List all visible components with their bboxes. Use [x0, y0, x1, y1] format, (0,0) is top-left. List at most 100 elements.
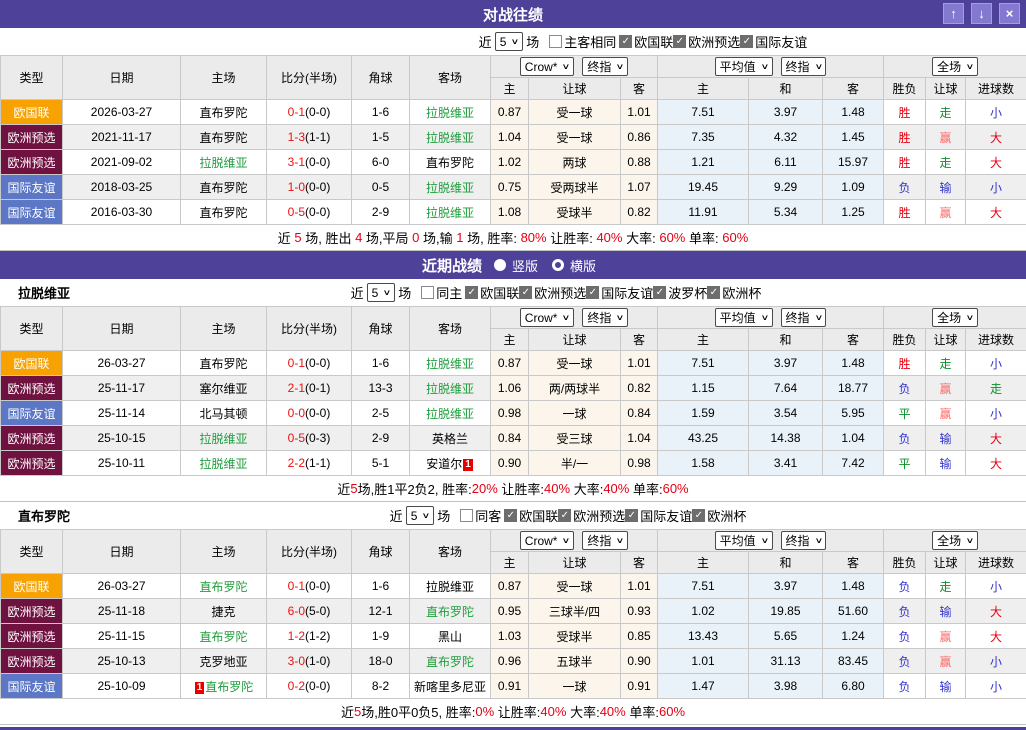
sub-avg-home: 主: [658, 78, 749, 100]
scope-select[interactable]: 全场∨: [932, 531, 978, 550]
match-type: 欧洲预选: [1, 649, 63, 674]
avg-select[interactable]: 平均值∨: [715, 531, 773, 550]
arrow-up-icon: ↑: [950, 6, 957, 21]
league-filters: ✓ 欧国联 ✓ 欧洲预选 ✓ 国际友谊 ✓ 波罗杯: [465, 283, 761, 302]
league-checkbox[interactable]: ✓ 欧国联: [619, 32, 673, 51]
avg-away: 1.45: [823, 125, 884, 150]
table-row: 欧国联 26-03-27 直布罗陀 0-1(0-0) 1-6 拉脱维亚 0.87…: [1, 574, 1026, 599]
summary-segment: 近: [337, 479, 350, 498]
summary-segment: 近: [341, 702, 354, 721]
col-corner: 角球: [352, 530, 410, 574]
league-checkbox[interactable]: ✓ 欧国联: [465, 283, 519, 302]
away-odds: 0.90: [621, 649, 658, 674]
col-type: 类型: [1, 307, 63, 351]
odds-source-select[interactable]: Crow*∨: [520, 57, 575, 76]
summary-segment: 场, 胜率:: [463, 228, 520, 247]
odds-source-select[interactable]: Crow*∨: [520, 531, 575, 550]
league-checkbox[interactable]: ✓ 欧洲杯: [692, 506, 746, 525]
match-count-select[interactable]: 5 ∨: [495, 32, 524, 51]
handicap: 一球: [529, 674, 621, 699]
away-team: 安道尔1: [410, 451, 491, 476]
avg-away: 1.25: [823, 200, 884, 225]
match-date: 2021-11-17: [63, 125, 181, 150]
avg-away: 15.97: [823, 150, 884, 175]
col-type: 类型: [1, 56, 63, 100]
avg-select[interactable]: 平均值∨: [715, 308, 773, 327]
layout-radio-group: 竖版 横版: [494, 256, 604, 275]
match-date: 25-10-09: [63, 674, 181, 699]
close-button[interactable]: ×: [999, 3, 1020, 24]
corners: 1-6: [352, 574, 410, 599]
away-odds: 1.01: [621, 351, 658, 376]
avg-home: 7.51: [658, 574, 749, 599]
league-checkbox[interactable]: ✓ 波罗杯: [653, 283, 707, 302]
table-row: 国际友谊 25-11-14 北马其顿 0-0(0-0) 2-5 拉脱维亚 0.9…: [1, 401, 1026, 426]
col-goals: 进球数: [966, 552, 1026, 574]
scope-select-cell: 全场∨: [884, 56, 1026, 78]
league-checkbox[interactable]: ✓ 国际友谊: [740, 32, 807, 51]
handicap: 两球: [529, 150, 621, 175]
summary-segment: 0%: [475, 704, 494, 719]
avg-away: 1.09: [823, 175, 884, 200]
chevron-down-icon: ∨: [511, 38, 520, 46]
near-label: 近: [351, 283, 364, 302]
home-odds: 0.95: [491, 599, 529, 624]
let-result: 走: [926, 574, 966, 599]
avg-away: 7.42: [823, 451, 884, 476]
checkbox-checked-icon: ✓: [586, 286, 599, 299]
goals-result: 小: [966, 175, 1026, 200]
radio-horizontal[interactable]: [552, 259, 564, 271]
home-team: 直布罗陀: [181, 351, 267, 376]
home-team: 直布罗陀: [181, 175, 267, 200]
league-checkbox[interactable]: ✓ 欧洲杯: [707, 283, 761, 302]
scroll-down-button[interactable]: ↓: [971, 3, 992, 24]
match-date: 2021-09-02: [63, 150, 181, 175]
home-team: 直布罗陀: [181, 100, 267, 125]
scope-select[interactable]: 全场∨: [932, 57, 978, 76]
avg-kind-select[interactable]: 终指∨: [781, 57, 827, 76]
page-title: 对战往绩: [483, 4, 543, 25]
corners: 0-5: [352, 175, 410, 200]
odds-source-select[interactable]: Crow*∨: [520, 308, 575, 327]
league-checkbox[interactable]: ✓ 欧国联: [504, 506, 558, 525]
odds-kind-select[interactable]: 终指∨: [582, 57, 628, 76]
avg-away: 83.45: [823, 649, 884, 674]
avg-select[interactable]: 平均值∨: [715, 57, 773, 76]
match-count-select[interactable]: 5 ∨: [367, 283, 396, 302]
col-date: 日期: [63, 530, 181, 574]
corners: 2-5: [352, 401, 410, 426]
match-count-select[interactable]: 5 ∨: [406, 506, 435, 525]
chevron-down-icon: ∨: [760, 63, 769, 71]
same-away-checkbox[interactable]: 同客: [460, 506, 501, 525]
league-checkbox[interactable]: ✓ 欧洲预选: [558, 506, 625, 525]
scroll-up-button[interactable]: ↑: [943, 3, 964, 24]
league-checkbox[interactable]: ✓ 欧洲预选: [673, 32, 740, 51]
same-home-checkbox[interactable]: 同主: [421, 283, 462, 302]
match-type: 欧国联: [1, 100, 63, 125]
odds-kind-select[interactable]: 终指∨: [582, 308, 628, 327]
chevron-down-icon: ∨: [616, 537, 625, 545]
odds-kind-select[interactable]: 终指∨: [582, 531, 628, 550]
handicap: 受三球: [529, 426, 621, 451]
chevron-down-icon: ∨: [966, 537, 975, 545]
avg-kind-select[interactable]: 终指∨: [781, 531, 827, 550]
league-checkbox[interactable]: ✓ 欧洲预选: [519, 283, 586, 302]
league-checkbox[interactable]: ✓ 国际友谊: [586, 283, 653, 302]
avg-draw: 3.54: [749, 401, 823, 426]
same-home-away-checkbox[interactable]: 主客相同: [549, 32, 616, 51]
home-odds: 0.90: [491, 451, 529, 476]
away-odds: 1.01: [621, 574, 658, 599]
corners: 2-9: [352, 200, 410, 225]
avg-home: 43.25: [658, 426, 749, 451]
home-odds: 1.08: [491, 200, 529, 225]
league-checkbox[interactable]: ✓ 国际友谊: [625, 506, 692, 525]
goals-result: 大: [966, 150, 1026, 175]
avg-select-cell: 平均值∨ 终指∨: [658, 307, 884, 329]
away-odds: 0.82: [621, 376, 658, 401]
table-row: 欧国联 26-03-27 直布罗陀 0-1(0-0) 1-6 拉脱维亚 0.87…: [1, 351, 1026, 376]
radio-vertical[interactable]: [494, 259, 506, 271]
scope-select[interactable]: 全场∨: [932, 308, 978, 327]
avg-kind-select[interactable]: 终指∨: [781, 308, 827, 327]
sub-avg-draw: 和: [749, 78, 823, 100]
sub-avg-away: 客: [823, 552, 884, 574]
